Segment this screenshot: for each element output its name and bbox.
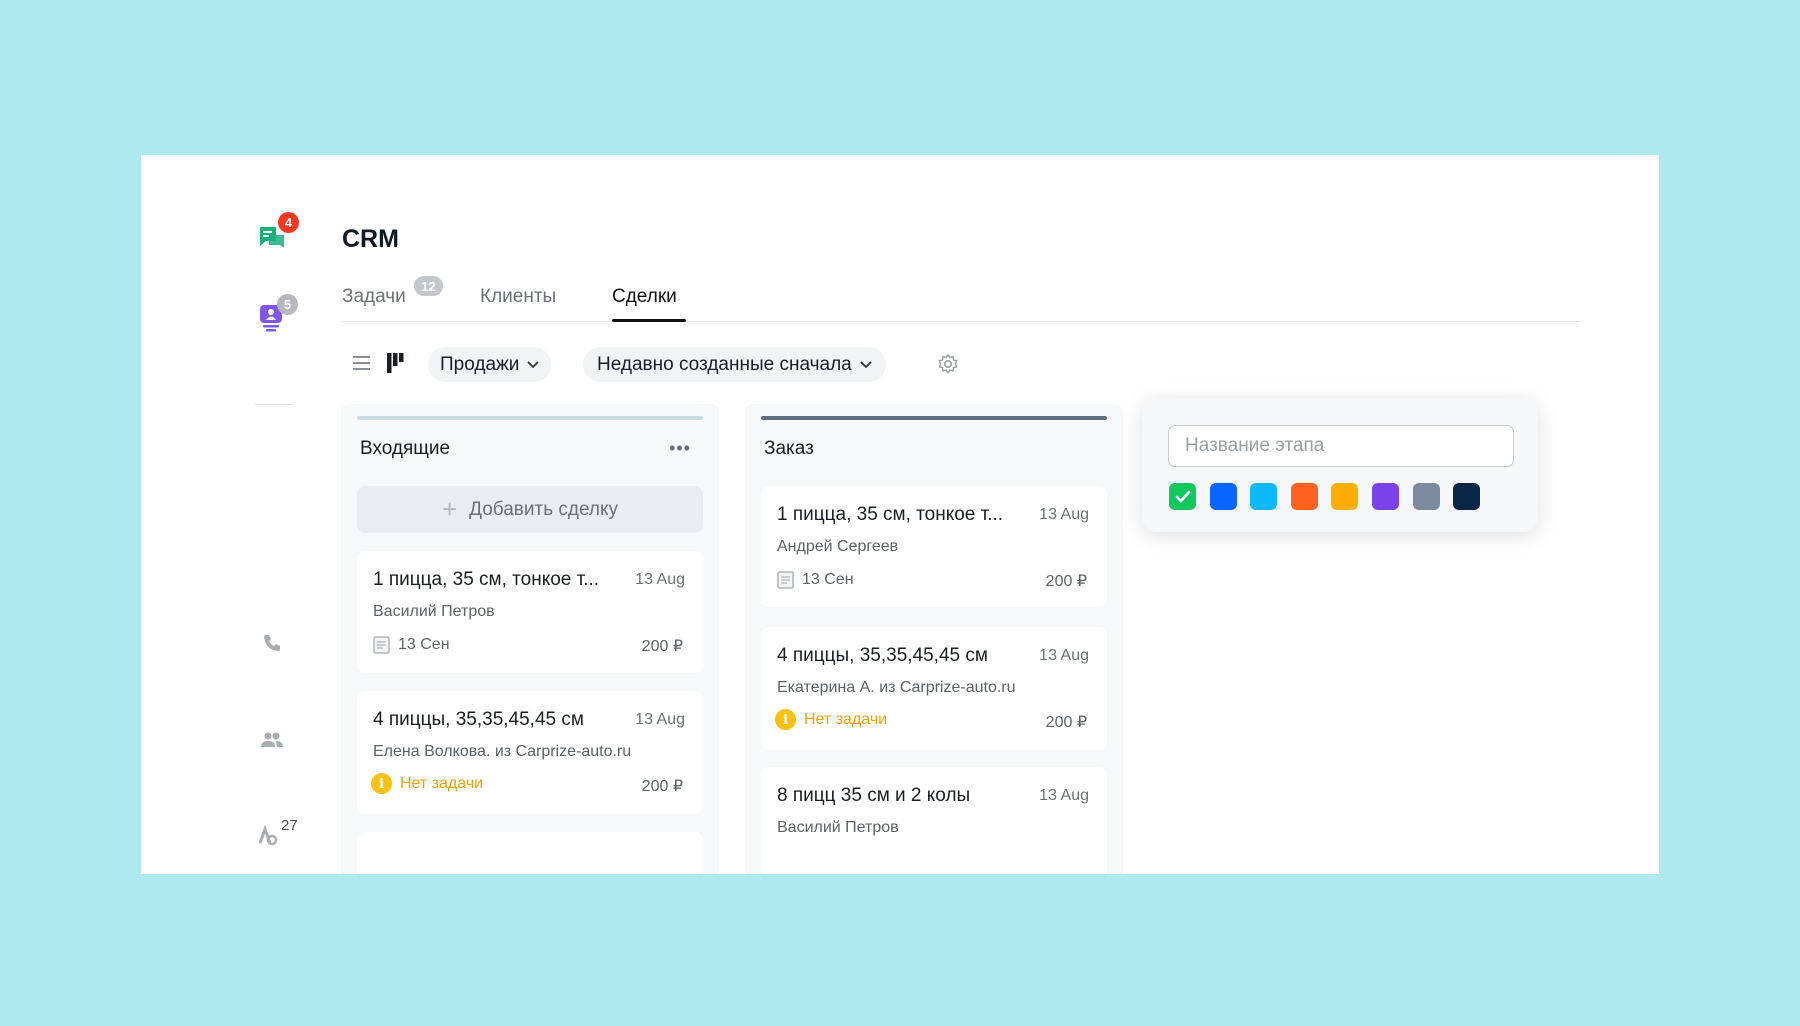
new-stage-popup [1142,398,1538,532]
deal-price: 200 ₽ [641,638,683,655]
deal-card[interactable]: 4 пиццы, 35,35,45,45 см 13 Aug Елена Вол… [357,691,703,814]
deal-date: 13 Aug [1039,787,1089,804]
ideas-badge: 5 [277,294,298,315]
deal-date: 13 Aug [635,711,685,728]
deal-title: 4 пиццы, 35,35,45,45 см [373,709,584,730]
deal-title: 8 пицц 35 см и 2 колы [777,785,971,806]
deal-client: Василий Петров [373,603,495,620]
pipeline-label: Продажи [440,353,520,375]
info-icon: i [371,773,392,794]
deal-client: Елена Волкова. из Carprize-auto.ru [373,743,632,760]
stage-name-input[interactable] [1168,425,1514,467]
info-icon: i [775,709,796,730]
tab-label: Клиенты [480,286,557,307]
list-view-icon[interactable] [353,354,370,377]
tab-deals[interactable]: Сделки [612,286,677,308]
no-task-label: Нет задачи [804,710,888,728]
gear-icon[interactable] [937,353,959,380]
kanban-view-icon[interactable] [387,353,404,378]
deal-card[interactable] [357,832,703,874]
phone-icon[interactable] [255,626,289,660]
more-icon[interactable]: ••• [669,438,691,459]
deal-client: Екатерина А. из Carprize-auto.ru [777,679,1016,696]
deal-card[interactable]: 1 пицца, 35 см, тонкое т... 13 Aug Андре… [761,486,1107,607]
tab-label: Сделки [612,286,677,307]
tasks-count-badge: 12 [414,276,443,296]
task-date: 13 Сен [802,571,854,588]
deal-task: 13 Сен [777,571,854,589]
chat-badge: 4 [278,212,299,233]
tabs-divider [342,321,1580,322]
sort-select[interactable]: Недавно созданные сначала [583,347,886,382]
document-icon [373,636,390,654]
deal-title: 1 пицца, 35 см, тонкое т... [777,504,1004,525]
stage-name: Заказ [764,438,814,459]
tab-label: Задачи [342,286,406,307]
color-swatch[interactable] [1453,483,1481,510]
stage-column-incoming: Входящие ••• + Добавить сделку 1 пицца, … [341,404,719,874]
plus-icon: + [441,494,458,524]
sidebar-divider [255,404,293,405]
leads-count: 27 [281,817,298,834]
deal-date: 13 Aug [1039,506,1089,523]
deal-card[interactable]: 1 пицца, 35 см, тонкое т... 13 Aug Васил… [357,551,703,673]
deal-task: 13 Сен [373,636,450,654]
color-swatch[interactable] [1209,483,1237,510]
crm-window: 4 5 27 CRM Задачи 12 Клиенты Сделки Прод… [141,155,1659,874]
stage-color-bar [761,416,1107,420]
check-icon [1175,490,1190,503]
tab-clients[interactable]: Клиенты [480,286,556,308]
stage-column-order: Заказ 1 пицца, 35 см, тонкое т... 13 Aug… [745,404,1123,874]
active-tab-indicator [612,319,686,322]
deal-price: 200 ₽ [1045,714,1087,731]
stage-color-bar [357,416,703,420]
add-deal-button[interactable]: + Добавить сделку [357,486,703,533]
sort-label: Недавно созданные сначала [597,353,852,375]
deal-title: 4 пиццы, 35,35,45,45 см [777,645,988,666]
color-swatch[interactable] [1290,483,1318,510]
pipeline-select[interactable]: Продажи [428,347,552,382]
contacts-icon[interactable] [255,723,289,757]
no-task-label: Нет задачи [400,774,484,792]
deal-title: 1 пицца, 35 см, тонкое т... [373,569,600,590]
deal-card[interactable]: 4 пиццы, 35,35,45,45 см 13 Aug Екатерина… [761,627,1107,750]
deal-task: i Нет задачи [775,709,887,730]
add-deal-label: Добавить сделку [469,498,619,520]
color-swatch[interactable] [1250,483,1278,510]
stage-name: Входящие [360,438,451,459]
color-swatch[interactable] [1372,483,1399,510]
chevron-down-icon [860,360,872,368]
deal-date: 13 Aug [635,571,685,588]
color-swatch[interactable] [1331,483,1359,510]
deal-client: Андрей Сергеев [777,538,899,555]
task-date: 13 Сен [398,636,450,653]
chevron-down-icon [527,360,539,368]
deal-date: 13 Aug [1039,647,1089,664]
deal-card[interactable]: 8 пицц 35 см и 2 колы 13 Aug Василий Пет… [761,767,1107,874]
tab-tasks[interactable]: Задачи [342,286,406,308]
document-icon [777,571,794,589]
deal-client: Василий Петров [777,819,899,836]
page-title: CRM [342,225,399,253]
color-swatch[interactable] [1412,483,1440,510]
color-swatch[interactable] [1169,483,1196,510]
deal-price: 200 ₽ [641,778,683,795]
deal-task: i Нет задачи [371,773,483,794]
deal-price: 200 ₽ [1045,573,1087,590]
